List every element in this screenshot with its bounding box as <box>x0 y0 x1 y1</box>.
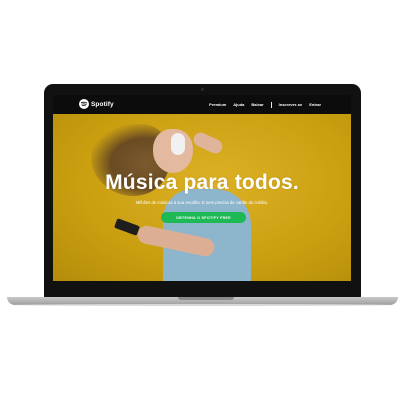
top-navbar: Spotify Premium Ajuda Baixar Inscrever-s… <box>53 95 351 114</box>
nav-entrar[interactable]: Entrar <box>309 102 321 107</box>
headphones-image <box>171 133 185 155</box>
brand-name: Spotify <box>91 100 114 108</box>
hero-subtitle: Milhões de músicas à sua escolha. E nem … <box>135 200 269 205</box>
laptop-notch <box>178 297 234 300</box>
nav-inscrever-se[interactable]: Inscrever-se <box>279 102 303 107</box>
spotify-logo[interactable]: Spotify <box>79 99 114 109</box>
nav-premium[interactable]: Premium <box>209 102 226 107</box>
hero-section: Música para todos. Milhões de músicas à … <box>53 114 351 281</box>
nav-links: Premium Ajuda Baixar Inscrever-se Entrar <box>209 95 321 114</box>
get-spotify-free-button[interactable]: OBTENHA O SPOTIFY FREE <box>161 212 246 223</box>
phone-image <box>114 218 140 236</box>
hero-image-raised-arm <box>191 130 225 156</box>
webcam <box>201 88 204 91</box>
nav-baixar[interactable]: Baixar <box>251 102 263 107</box>
nav-ajuda[interactable]: Ajuda <box>233 102 244 107</box>
laptop-screen: Spotify Premium Ajuda Baixar Inscrever-s… <box>53 95 351 281</box>
spotify-logo-icon <box>79 99 89 109</box>
laptop-lid: Spotify Premium Ajuda Baixar Inscrever-s… <box>44 84 361 298</box>
hero-headline: Música para todos. <box>105 171 299 194</box>
laptop-shadow <box>14 304 391 306</box>
nav-divider <box>270 101 272 108</box>
